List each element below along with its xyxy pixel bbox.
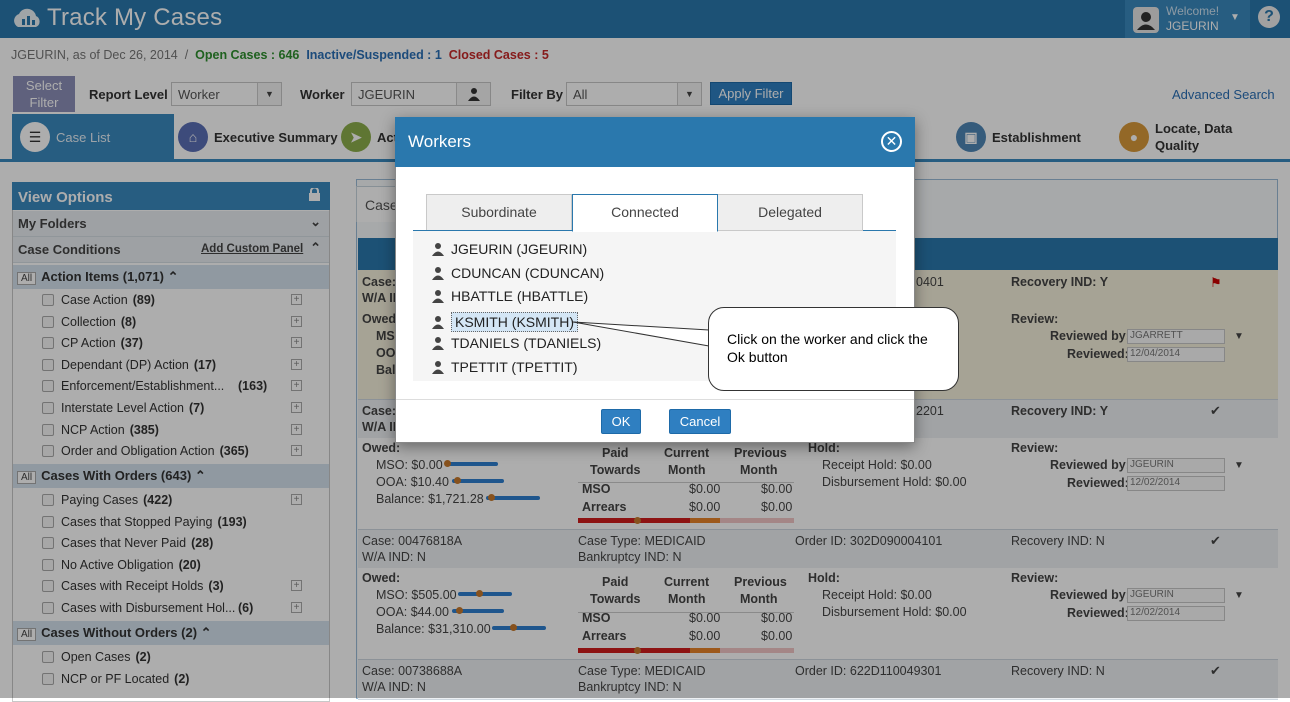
cancel-button[interactable]: Cancel (669, 409, 731, 434)
worker-item[interactable]: CDUNCAN (CDUNCAN) (432, 265, 604, 281)
tab-subordinate[interactable]: Subordinate (426, 194, 572, 231)
person-icon (432, 337, 444, 350)
dialog-header (395, 117, 915, 167)
person-icon (432, 360, 444, 374)
dialog-title: Workers (408, 132, 471, 151)
person-icon (432, 243, 444, 256)
tab-delegated[interactable]: Delegated (717, 194, 863, 231)
worker-item[interactable]: TPETTIT (TPETTIT) (432, 359, 578, 375)
worker-name: TPETTIT (TPETTIT) (451, 358, 578, 375)
instruction-callout: Click on the worker and click the Ok but… (708, 307, 959, 391)
worker-name: JGEURIN (JGEURIN) (451, 241, 588, 257)
person-icon (432, 315, 444, 329)
ok-button[interactable]: OK (601, 409, 641, 434)
close-icon[interactable]: ✕ (881, 131, 902, 152)
dialog-footer-divider (396, 399, 914, 400)
worker-name: CDUNCAN (CDUNCAN) (451, 264, 605, 281)
person-icon (432, 266, 444, 280)
person-icon (432, 290, 444, 303)
worker-item[interactable]: JGEURIN (JGEURIN) (432, 241, 587, 257)
worker-item[interactable]: HBATTLE (HBATTLE) (432, 288, 588, 304)
worker-name: HBATTLE (HBATTLE) (451, 288, 589, 304)
worker-name: KSMITH (KSMITH) (451, 311, 578, 332)
tab-connected[interactable]: Connected (572, 194, 718, 232)
callout-pointer (572, 321, 710, 347)
worker-item[interactable]: KSMITH (KSMITH) (432, 311, 578, 332)
